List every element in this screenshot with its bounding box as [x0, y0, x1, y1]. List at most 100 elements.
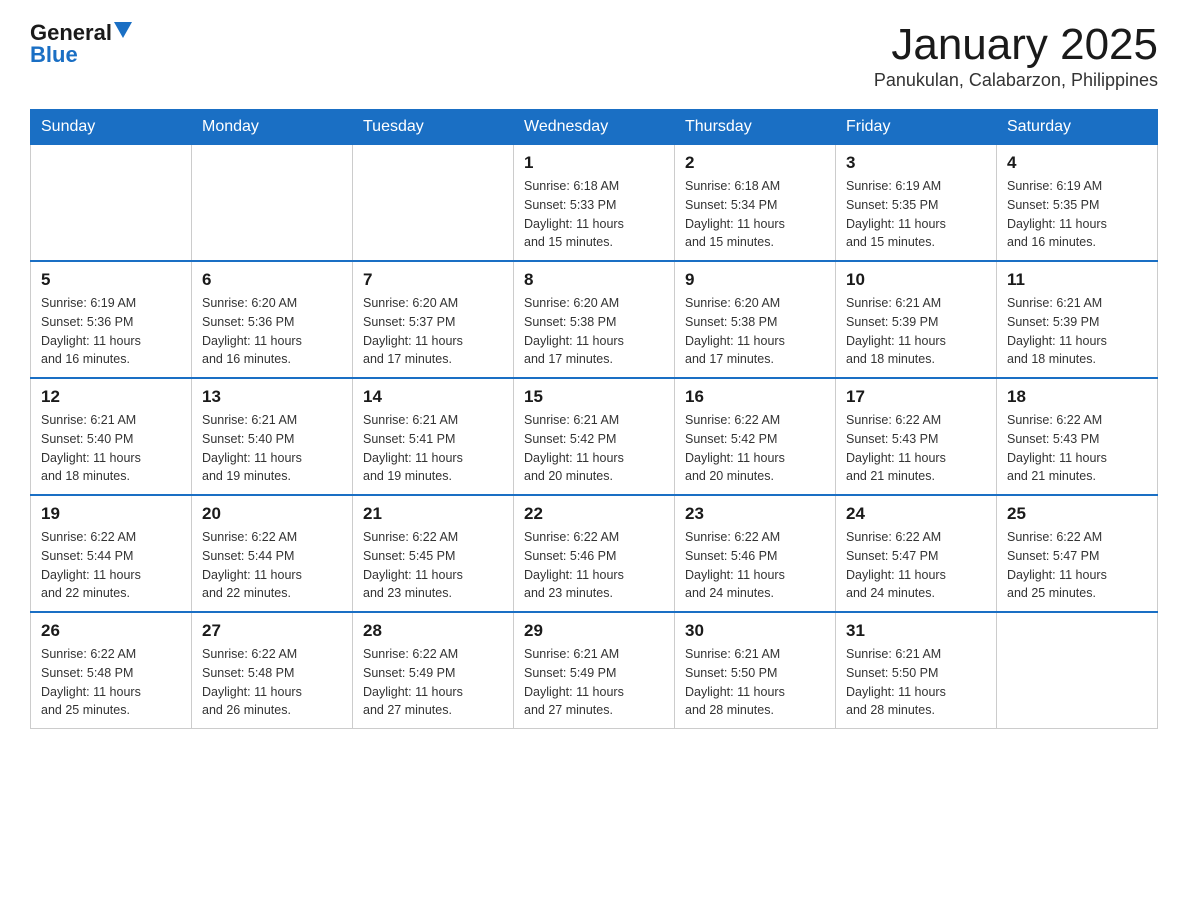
title-area: January 2025 Panukulan, Calabarzon, Phil…	[874, 20, 1158, 91]
day-info: Sunrise: 6:21 AM Sunset: 5:49 PM Dayligh…	[524, 645, 664, 720]
col-monday: Monday	[192, 110, 353, 145]
day-number: 24	[846, 504, 986, 524]
day-number: 3	[846, 153, 986, 173]
day-info: Sunrise: 6:22 AM Sunset: 5:47 PM Dayligh…	[1007, 528, 1147, 603]
page-header: General Blue January 2025 Panukulan, Cal…	[30, 20, 1158, 91]
week-row-1: 1Sunrise: 6:18 AM Sunset: 5:33 PM Daylig…	[31, 145, 1158, 262]
calendar-cell: 1Sunrise: 6:18 AM Sunset: 5:33 PM Daylig…	[514, 145, 675, 262]
col-tuesday: Tuesday	[353, 110, 514, 145]
day-info: Sunrise: 6:19 AM Sunset: 5:36 PM Dayligh…	[41, 294, 181, 369]
day-number: 31	[846, 621, 986, 641]
day-info: Sunrise: 6:21 AM Sunset: 5:39 PM Dayligh…	[1007, 294, 1147, 369]
day-info: Sunrise: 6:19 AM Sunset: 5:35 PM Dayligh…	[1007, 177, 1147, 252]
calendar-cell: 21 Sunrise: 6:22 AM Sunset: 5:45 PM Dayli…	[353, 495, 514, 612]
calendar-cell: 5 Sunrise: 6:19 AM Sunset: 5:36 PM Daylig…	[31, 261, 192, 378]
calendar-cell: 8 Sunrise: 6:20 AM Sunset: 5:38 PM Daylig…	[514, 261, 675, 378]
calendar-title: January 2025	[874, 20, 1158, 70]
calendar-cell: 25 Sunrise: 6:22 AM Sunset: 5:47 PM Dayli…	[997, 495, 1158, 612]
calendar-cell: 20 Sunrise: 6:22 AM Sunset: 5:44 PM Dayli…	[192, 495, 353, 612]
day-number: 15	[524, 387, 664, 407]
day-number: 18	[1007, 387, 1147, 407]
day-info: Sunrise: 6:22 AM Sunset: 5:43 PM Dayligh…	[846, 411, 986, 486]
calendar-cell	[192, 145, 353, 262]
day-number: 23	[685, 504, 825, 524]
calendar-cell: 3 Sunrise: 6:19 AM Sunset: 5:35 PM Daylig…	[836, 145, 997, 262]
header-row: Sunday Monday Tuesday Wednesday Thursday…	[31, 110, 1158, 145]
day-number: 5	[41, 270, 181, 290]
calendar-cell	[31, 145, 192, 262]
day-number: 8	[524, 270, 664, 290]
day-number: 17	[846, 387, 986, 407]
day-info: Sunrise: 6:19 AM Sunset: 5:35 PM Dayligh…	[846, 177, 986, 252]
day-info: Sunrise: 6:21 AM Sunset: 5:41 PM Dayligh…	[363, 411, 503, 486]
calendar-cell: 27 Sunrise: 6:22 AM Sunset: 5:48 PM Dayli…	[192, 612, 353, 729]
calendar-cell: 29 Sunrise: 6:21 AM Sunset: 5:49 PM Dayli…	[514, 612, 675, 729]
calendar-cell: 28 Sunrise: 6:22 AM Sunset: 5:49 PM Dayli…	[353, 612, 514, 729]
calendar-cell: 12 Sunrise: 6:21 AM Sunset: 5:40 PM Dayli…	[31, 378, 192, 495]
day-number: 6	[202, 270, 342, 290]
day-number: 12	[41, 387, 181, 407]
day-info: Sunrise: 6:22 AM Sunset: 5:48 PM Dayligh…	[202, 645, 342, 720]
calendar-cell: 31 Sunrise: 6:21 AM Sunset: 5:50 PM Dayli…	[836, 612, 997, 729]
day-number: 11	[1007, 270, 1147, 290]
calendar-cell: 6Sunrise: 6:20 AM Sunset: 5:36 PM Daylig…	[192, 261, 353, 378]
col-thursday: Thursday	[675, 110, 836, 145]
day-info: Sunrise: 6:21 AM Sunset: 5:50 PM Dayligh…	[685, 645, 825, 720]
day-info: Sunrise: 6:22 AM Sunset: 5:44 PM Dayligh…	[202, 528, 342, 603]
day-number: 19	[41, 504, 181, 524]
calendar-cell: 13 Sunrise: 6:21 AM Sunset: 5:40 PM Dayli…	[192, 378, 353, 495]
day-info: Sunrise: 6:22 AM Sunset: 5:42 PM Dayligh…	[685, 411, 825, 486]
day-number: 21	[363, 504, 503, 524]
calendar-cell: 22Sunrise: 6:22 AM Sunset: 5:46 PM Dayli…	[514, 495, 675, 612]
calendar-cell: 17 Sunrise: 6:22 AM Sunset: 5:43 PM Dayli…	[836, 378, 997, 495]
day-info: Sunrise: 6:21 AM Sunset: 5:42 PM Dayligh…	[524, 411, 664, 486]
calendar-cell: 4 Sunrise: 6:19 AM Sunset: 5:35 PM Daylig…	[997, 145, 1158, 262]
calendar-cell: 11 Sunrise: 6:21 AM Sunset: 5:39 PM Dayli…	[997, 261, 1158, 378]
day-number: 27	[202, 621, 342, 641]
calendar-cell: 30Sunrise: 6:21 AM Sunset: 5:50 PM Dayli…	[675, 612, 836, 729]
day-info: Sunrise: 6:21 AM Sunset: 5:50 PM Dayligh…	[846, 645, 986, 720]
day-info: Sunrise: 6:22 AM Sunset: 5:46 PM Dayligh…	[524, 528, 664, 603]
day-info: Sunrise: 6:22 AM Sunset: 5:43 PM Dayligh…	[1007, 411, 1147, 486]
day-info: Sunrise: 6:22 AM Sunset: 5:49 PM Dayligh…	[363, 645, 503, 720]
calendar-cell: 7Sunrise: 6:20 AM Sunset: 5:37 PM Daylig…	[353, 261, 514, 378]
week-row-3: 12 Sunrise: 6:21 AM Sunset: 5:40 PM Dayli…	[31, 378, 1158, 495]
calendar-cell: 16Sunrise: 6:22 AM Sunset: 5:42 PM Dayli…	[675, 378, 836, 495]
week-row-4: 19 Sunrise: 6:22 AM Sunset: 5:44 PM Dayli…	[31, 495, 1158, 612]
day-number: 20	[202, 504, 342, 524]
day-number: 14	[363, 387, 503, 407]
day-info: Sunrise: 6:20 AM Sunset: 5:37 PM Dayligh…	[363, 294, 503, 369]
day-number: 25	[1007, 504, 1147, 524]
calendar-cell: 9Sunrise: 6:20 AM Sunset: 5:38 PM Daylig…	[675, 261, 836, 378]
day-number: 13	[202, 387, 342, 407]
day-info: Sunrise: 6:22 AM Sunset: 5:46 PM Dayligh…	[685, 528, 825, 603]
day-number: 26	[41, 621, 181, 641]
col-friday: Friday	[836, 110, 997, 145]
col-saturday: Saturday	[997, 110, 1158, 145]
day-info: Sunrise: 6:20 AM Sunset: 5:38 PM Dayligh…	[524, 294, 664, 369]
week-row-2: 5 Sunrise: 6:19 AM Sunset: 5:36 PM Daylig…	[31, 261, 1158, 378]
day-info: Sunrise: 6:21 AM Sunset: 5:40 PM Dayligh…	[41, 411, 181, 486]
calendar-cell: 26Sunrise: 6:22 AM Sunset: 5:48 PM Dayli…	[31, 612, 192, 729]
logo-blue: Blue	[30, 42, 132, 68]
logo[interactable]: General Blue	[30, 20, 132, 68]
calendar-cell	[997, 612, 1158, 729]
day-number: 10	[846, 270, 986, 290]
day-info: Sunrise: 6:18 AM Sunset: 5:33 PM Dayligh…	[524, 177, 664, 252]
calendar-cell: 24 Sunrise: 6:22 AM Sunset: 5:47 PM Dayli…	[836, 495, 997, 612]
day-number: 9	[685, 270, 825, 290]
calendar-cell: 19 Sunrise: 6:22 AM Sunset: 5:44 PM Dayli…	[31, 495, 192, 612]
day-info: Sunrise: 6:22 AM Sunset: 5:45 PM Dayligh…	[363, 528, 503, 603]
calendar-cell: 15 Sunrise: 6:21 AM Sunset: 5:42 PM Dayli…	[514, 378, 675, 495]
week-row-5: 26 Sunrise: 6:22 AM Sunset: 5:48 PM Dayli…	[31, 612, 1158, 729]
day-info: Sunrise: 6:22 AM Sunset: 5:44 PM Dayligh…	[41, 528, 181, 603]
day-number: 29	[524, 621, 664, 641]
calendar-cell: 2Sunrise: 6:18 AM Sunset: 5:34 PM Daylig…	[675, 145, 836, 262]
day-info: Sunrise: 6:21 AM Sunset: 5:39 PM Dayligh…	[846, 294, 986, 369]
day-info: Sunrise: 6:22 AM Sunset: 5:47 PM Dayligh…	[846, 528, 986, 603]
day-number: 28	[363, 621, 503, 641]
day-info: Sunrise: 6:21 AM Sunset: 5:40 PM Dayligh…	[202, 411, 342, 486]
day-number: 2	[685, 153, 825, 173]
day-number: 4	[1007, 153, 1147, 173]
calendar-cell: 14 Sunrise: 6:21 AM Sunset: 5:41 PM Dayli…	[353, 378, 514, 495]
